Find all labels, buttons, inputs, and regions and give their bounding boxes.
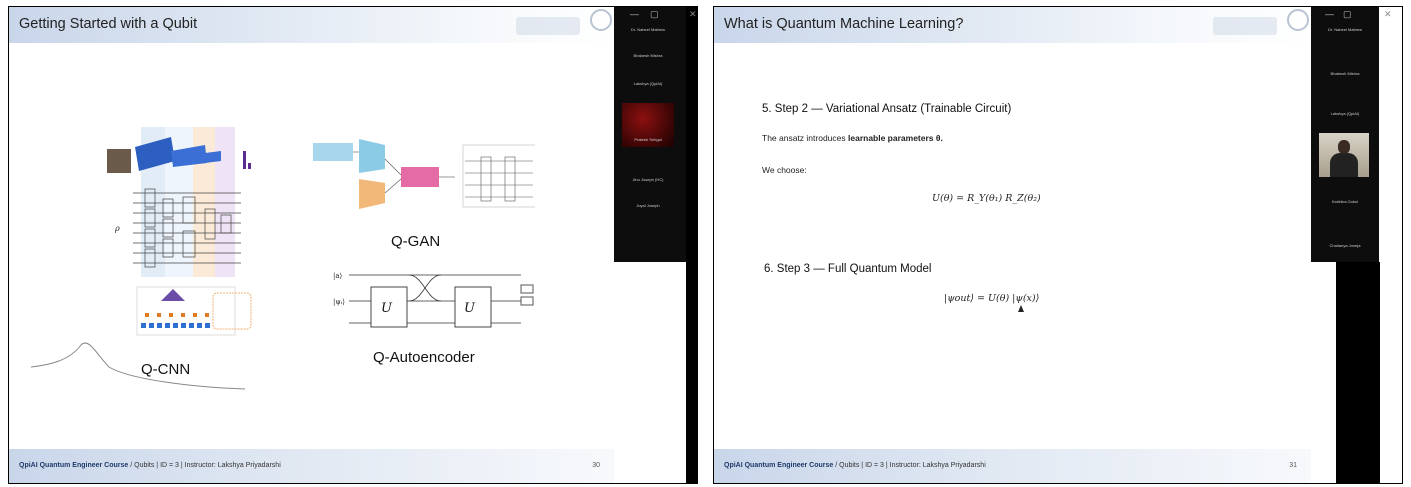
left-screenshot: Getting Started with a Qubit ρ Q-CNN Q-G… [8, 6, 698, 484]
logo-icon [590, 9, 612, 31]
ansatz-formula: U(θ) = R_Y(θ₁) R_Z(θ₂) [932, 193, 1041, 204]
we-choose-text: We choose: [762, 165, 807, 175]
mouse-cursor-icon [1018, 305, 1024, 312]
model-formula: |ψout⟩ = U(θ) |ψ(x)⟩ [944, 293, 1040, 304]
person-head [1338, 140, 1350, 154]
close-icon[interactable]: ✕ [689, 9, 697, 20]
zoom-participants-panel: — ▢ Dr. Nabeel Mathew Bhabesh Mishra Lak… [614, 7, 686, 262]
participant-name[interactable]: Bhabesh Mishra [618, 53, 678, 58]
svg-text:ρ: ρ [114, 224, 120, 233]
minimize-icon[interactable]: — [630, 9, 639, 19]
participant-name[interactable]: Dr. Nabeel Mathew [618, 27, 678, 32]
participant-name[interactable]: Jinu Joseph (HC) [618, 177, 678, 182]
qautoencoder-label: Q-Autoencoder [373, 349, 475, 366]
participant-name[interactable]: Lakshya (QpiAI) [1315, 111, 1375, 116]
minimize-icon[interactable]: — [1325, 9, 1334, 19]
restore-icon[interactable]: ▢ [1343, 9, 1352, 20]
footer-text: QpiAI Quantum Engineer Course / Qubits |… [724, 462, 986, 469]
close-icon[interactable]: ✕ [1384, 9, 1392, 20]
panel-edge [686, 7, 697, 483]
slide-title: What is Quantum Machine Learning? [724, 16, 964, 32]
footer-brand: QpiAI Quantum Engineer Course [724, 462, 834, 469]
slide-footer: QpiAI Quantum Engineer Course / Qubits |… [714, 449, 1311, 483]
qautoencoder-figure: U U |a⟩ |ψᵢ⟩ [333, 272, 534, 328]
slide-footer: QpiAI Quantum Engineer Course / Qubits |… [9, 449, 614, 483]
right-screenshot: What is Quantum Machine Learning? 5. Ste… [713, 6, 1403, 484]
logo-icon [1287, 9, 1309, 31]
svg-text:U: U [464, 301, 476, 316]
zoom-participants-panel: — ▢ Dr. Nabeel Mathew Bhabesh Mishra Lak… [1311, 7, 1379, 262]
svg-text:U: U [381, 301, 393, 316]
page-number: 31 [1289, 462, 1297, 469]
panel-gap [614, 262, 686, 483]
slide-qml: What is Quantum Machine Learning? 5. Ste… [714, 7, 1311, 483]
qgan-label: Q-GAN [391, 233, 441, 250]
qgan-figure [313, 139, 535, 209]
slide-qubit: Getting Started with a Qubit ρ Q-CNN Q-G… [9, 7, 614, 483]
participant-name[interactable]: Lakshya (QpiAI) [618, 81, 678, 86]
footer-text: QpiAI Quantum Engineer Course / Qubits |… [19, 462, 281, 469]
participant-video-tile[interactable] [1319, 133, 1369, 177]
step2-heading: 5. Step 2 — Variational Ansatz (Trainabl… [762, 103, 1012, 115]
panel-edge [1336, 262, 1380, 483]
restore-icon[interactable]: ▢ [650, 9, 659, 20]
participant-name[interactable]: Bhabesh Mishra [1315, 71, 1375, 76]
step2-text-bold: learnable parameters θ. [848, 133, 943, 143]
participant-name[interactable]: Dr. Nabeel Mathew [1315, 27, 1375, 32]
header-badge [516, 17, 580, 35]
svg-text:|ψᵢ⟩: |ψᵢ⟩ [333, 298, 345, 306]
participant-name[interactable]: Chaitanya Juneja [1315, 243, 1375, 248]
page-number: 30 [592, 462, 600, 469]
step2-text: The ansatz introduces learnable paramete… [762, 133, 943, 143]
annotation-scribble [30, 342, 246, 390]
slide-header: What is Quantum Machine Learning? [714, 7, 1311, 43]
participant-name[interactable]: Karthika Gokul [1315, 199, 1375, 204]
participant-name[interactable]: Joyal Joseph [618, 203, 678, 208]
svg-text:|a⟩: |a⟩ [333, 272, 343, 280]
qcnn-figure: ρ [107, 127, 252, 336]
footer-brand: QpiAI Quantum Engineer Course [19, 462, 129, 469]
participant-name[interactable]: Prateek Sehgal [618, 137, 678, 142]
person-body [1330, 153, 1358, 177]
footer-info: / Qubits | ID = 3 | Instructor: Lakshya … [833, 462, 986, 469]
step3-heading: 6. Step 3 — Full Quantum Model [764, 263, 932, 275]
slide-header: Getting Started with a Qubit [9, 7, 614, 43]
footer-info: / Qubits | ID = 3 | Instructor: Lakshya … [128, 462, 281, 469]
slide-title: Getting Started with a Qubit [19, 16, 198, 32]
step2-text-plain: The ansatz introduces [762, 133, 848, 143]
header-badge [1213, 17, 1277, 35]
